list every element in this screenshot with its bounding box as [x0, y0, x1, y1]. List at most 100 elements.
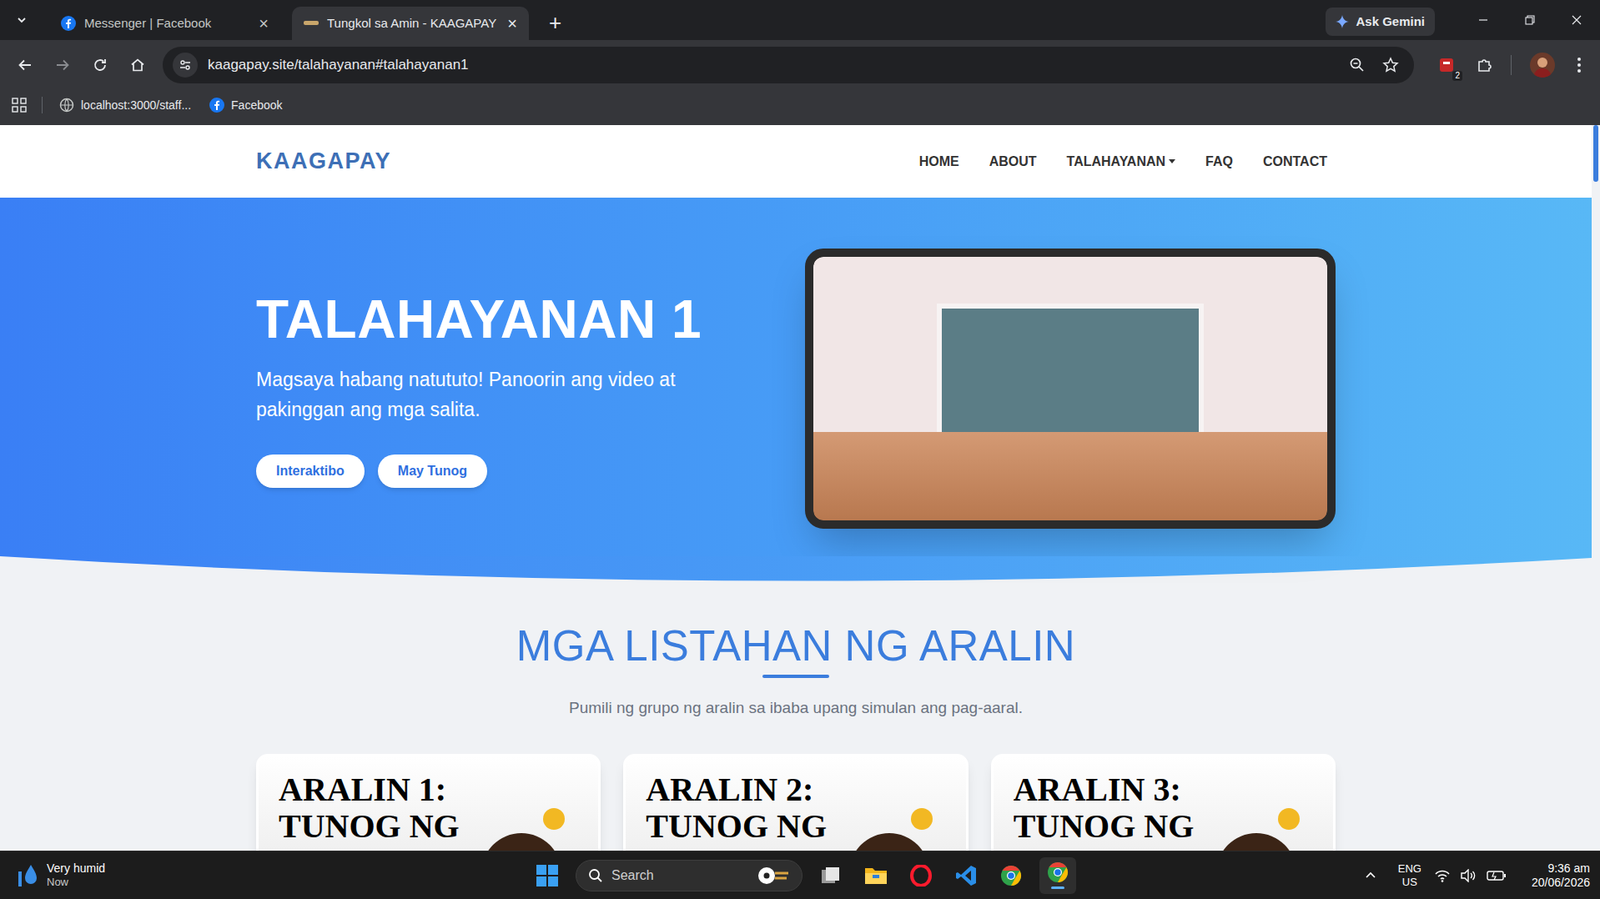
chrome-profile-button[interactable] [1039, 857, 1077, 895]
hero-title: TALAHAYANAN 1 [256, 289, 711, 352]
star-icon[interactable] [1382, 56, 1399, 74]
start-button[interactable] [530, 859, 564, 893]
chrome-menu-button[interactable] [1566, 50, 1592, 80]
lesson-card[interactable]: ARALIN 1: TUNOG NG [256, 754, 601, 851]
site-info-button[interactable] [172, 52, 198, 78]
lesson-card[interactable]: ARALIN 3: TUNOG NG [991, 754, 1336, 851]
system-tray[interactable] [1434, 869, 1507, 883]
puzzle-icon [1476, 56, 1494, 74]
language-indicator[interactable]: ENG US [1398, 862, 1422, 889]
nav-item[interactable]: HOME [919, 151, 960, 172]
nav-item[interactable]: TALAHAYANAN [1066, 151, 1177, 172]
reload-button[interactable] [83, 48, 117, 82]
browser-tab[interactable]: Messenger | Facebook × [49, 6, 281, 41]
running-indicator [1051, 886, 1065, 890]
tab-close-button[interactable]: × [507, 15, 518, 32]
extension-badge: 2 [1452, 70, 1463, 81]
label: ARALIN 1: [278, 771, 579, 809]
toolbar: kaagapay.site/talahayanan#talahayanan1 2 [0, 40, 1600, 91]
new-tab-button[interactable]: + [543, 11, 567, 34]
opera-button[interactable] [904, 859, 938, 893]
address-text[interactable]: kaagapay.site/talahayanan#talahayanan1 [207, 54, 1349, 76]
bookmark-item[interactable]: Facebook [209, 96, 282, 115]
chevron-down-icon [15, 14, 28, 26]
droplet-icon [16, 861, 41, 889]
label: ARALIN 2: [645, 771, 946, 809]
chrome-button[interactable] [994, 859, 1028, 893]
scrollbar[interactable] [1591, 125, 1600, 851]
tab-search-button[interactable] [3, 3, 41, 37]
site-logo[interactable]: KAAGAPAY [256, 144, 392, 179]
caret-icon [1168, 159, 1176, 164]
section-title: MGA LISTAHAN NG ARALIN [516, 623, 1076, 670]
sound-button[interactable]: May Tunog [377, 454, 488, 489]
apps-grid-icon[interactable] [11, 97, 27, 113]
clock[interactable]: 9:36 am 20/06/2026 [1531, 861, 1590, 891]
hero-section: TALAHAYANAN 1 Magsaya habang natututo! P… [0, 197, 1592, 582]
home-icon [130, 57, 146, 73]
hero-text: Magsaya habang natututo! Panoorin ang vi… [256, 365, 711, 425]
minimize-icon [1478, 15, 1489, 26]
clock-date: 20/06/2026 [1531, 875, 1590, 891]
label: FAQ [1205, 151, 1233, 172]
battery-icon [1486, 870, 1507, 882]
video-frame [813, 256, 1328, 521]
task-view-button[interactable] [814, 859, 848, 893]
bookmark-label: localhost:3000/staff... [80, 96, 192, 115]
title-underline [762, 674, 830, 679]
lesson-card[interactable]: ARALIN 2: TUNOG NG [623, 754, 968, 851]
ask-gemini-button[interactable]: Ask Gemini [1325, 7, 1435, 36]
wifi-icon [1434, 869, 1450, 883]
volume-icon [1459, 869, 1477, 883]
sunflower-icon [1277, 808, 1300, 831]
zoom-icon[interactable] [1348, 56, 1366, 74]
sparkle-icon [1335, 15, 1349, 29]
interactive-button[interactable]: Interaktibo [256, 454, 365, 489]
extension-button[interactable]: 2 [1432, 50, 1461, 80]
browser-tab[interactable]: Tungkol sa Amin - KAAGAPAY × [291, 6, 529, 41]
search-placeholder: Search [611, 865, 749, 886]
bookmark-label: Facebook [231, 96, 282, 115]
omnibox[interactable]: kaagapay.site/talahayanan#talahayanan1 [162, 46, 1414, 84]
bookmark-item[interactable]: localhost:3000/staff... [59, 96, 192, 115]
scrollbar-thumb[interactable] [1593, 125, 1599, 182]
nav-item[interactable]: CONTACT [1262, 151, 1328, 172]
profile-avatar-icon [1529, 52, 1555, 78]
weather-widget[interactable]: Very humid Now [16, 861, 106, 889]
close-icon [1571, 15, 1582, 26]
weather-label: Very humid [46, 861, 106, 876]
profile-button[interactable] [1529, 52, 1555, 78]
taskbar-search[interactable]: Search [575, 860, 803, 892]
page-viewport: KAAGAPAY HOME ABOUT TALAHAYANAN FAQ CONT… [0, 125, 1600, 851]
bookmarks-bar: localhost:3000/staff... Facebook [0, 90, 1600, 126]
vscode-button[interactable] [949, 859, 983, 893]
label: US [1402, 875, 1418, 890]
nav-menu: HOME ABOUT TALAHAYANAN FAQ CONTACT [919, 151, 1336, 172]
label: TALAHAYANAN [1066, 151, 1167, 172]
video-player[interactable] [805, 248, 1336, 529]
nav-item[interactable]: FAQ [1205, 151, 1233, 172]
child-head-icon [481, 833, 562, 851]
nav-item[interactable]: ABOUT [989, 151, 1037, 172]
lesson-grid: ARALIN 1: TUNOG NG ARALIN 2: TUNOG NG [256, 754, 1336, 851]
folder-icon [864, 865, 888, 886]
restore-icon [1524, 15, 1535, 26]
close-window-button[interactable] [1553, 0, 1600, 41]
arrow-left-icon [17, 57, 33, 73]
extensions-menu-button[interactable] [1470, 50, 1500, 80]
chrome-icon [1000, 865, 1022, 887]
windows-logo-icon [536, 865, 559, 887]
minimize-button[interactable] [1459, 0, 1507, 41]
file-explorer-button[interactable] [859, 859, 893, 893]
tab-strip: Messenger | Facebook × Tungkol sa Amin -… [0, 0, 1600, 41]
tab-close-button[interactable]: × [258, 15, 269, 32]
forward-button[interactable] [45, 48, 80, 82]
chevron-up-icon[interactable] [1364, 870, 1377, 882]
home-button[interactable] [120, 48, 155, 82]
back-button[interactable] [8, 48, 42, 82]
reload-icon [92, 57, 108, 73]
taskbar: Very humid Now Search [0, 850, 1600, 899]
label: ARALIN 3: [1013, 771, 1314, 809]
restore-button[interactable] [1506, 0, 1554, 41]
vscode-icon [955, 865, 977, 887]
